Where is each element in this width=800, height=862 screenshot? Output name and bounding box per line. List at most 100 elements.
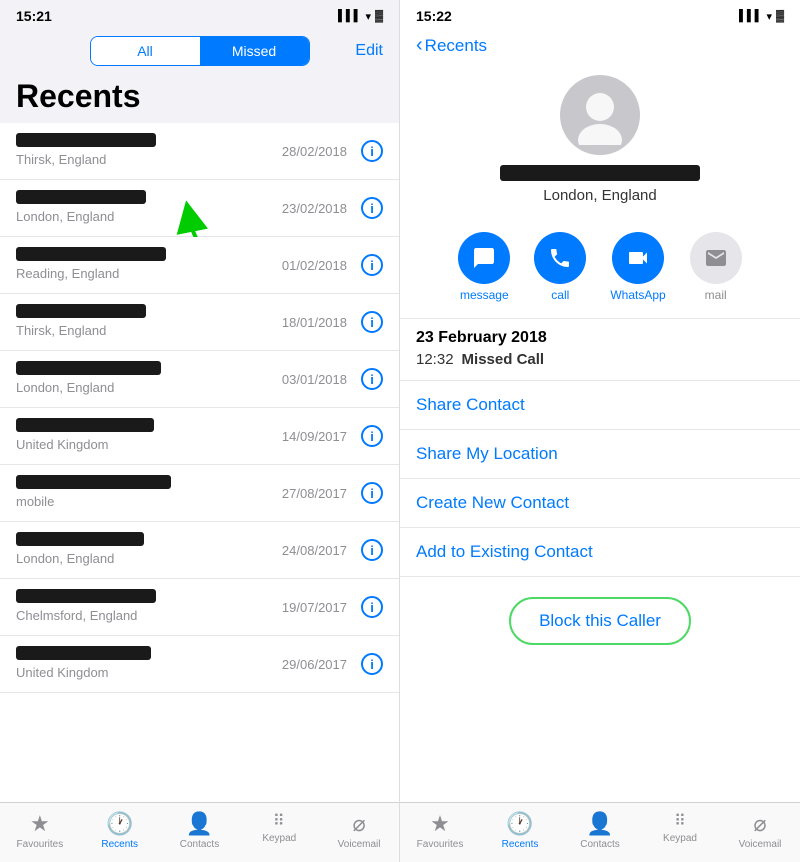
info-button[interactable]: i bbox=[361, 482, 383, 504]
video-icon bbox=[626, 246, 650, 270]
info-button[interactable]: i bbox=[361, 197, 383, 219]
call-time: 12:32 bbox=[416, 351, 454, 368]
voicemail-icon: ⌀ bbox=[352, 811, 365, 837]
call-info: London, England bbox=[16, 190, 282, 226]
status-icons-left: ▌▌▌ ▾ ▓ bbox=[338, 10, 383, 23]
info-button[interactable]: i bbox=[361, 368, 383, 390]
add-existing-item[interactable]: Add to Existing Contact bbox=[400, 528, 800, 577]
call-info: London, England bbox=[16, 532, 282, 568]
tab-recents-right[interactable]: 🕐 Recents bbox=[480, 811, 560, 850]
call-right: 19/07/2017 i bbox=[282, 596, 383, 618]
call-info: mobile bbox=[16, 475, 282, 511]
call-date: 23/02/2018 bbox=[282, 201, 347, 216]
filter-tabs: All Missed bbox=[90, 36, 310, 66]
tab-contacts-right[interactable]: 👤 Contacts bbox=[560, 811, 640, 850]
call-item: Chelmsford, England 19/07/2017 i bbox=[0, 579, 399, 636]
info-button[interactable]: i bbox=[361, 653, 383, 675]
info-button[interactable]: i bbox=[361, 254, 383, 276]
call-info: Chelmsford, England bbox=[16, 589, 282, 625]
call-right: 23/02/2018 i bbox=[282, 197, 383, 219]
call-button[interactable]: call bbox=[534, 232, 586, 302]
call-date: 14/09/2017 bbox=[282, 429, 347, 444]
signal-icon: ▌▌▌ bbox=[739, 10, 762, 22]
tab-favourites-left[interactable]: ★ Favourites bbox=[0, 811, 80, 850]
call-right: 18/01/2018 i bbox=[282, 311, 383, 333]
call-info: United Kingdom bbox=[16, 646, 282, 682]
wifi-icon: ▾ bbox=[365, 10, 371, 23]
call-name-bar bbox=[16, 190, 146, 204]
right-panel: 15:22 ▌▌▌ ▾ ▓ ‹ Recents London, England bbox=[400, 0, 800, 862]
recents-list: Thirsk, England 28/02/2018 i London, Eng… bbox=[0, 123, 399, 802]
mail-icon-circle bbox=[690, 232, 742, 284]
call-name-bar bbox=[16, 304, 146, 318]
call-location: Chelmsford, England bbox=[16, 608, 137, 623]
call-item: London, England 23/02/2018 i bbox=[0, 180, 399, 237]
contact-name-bar bbox=[500, 165, 700, 181]
message-label: message bbox=[460, 288, 509, 302]
keypad-icon: ⠿ bbox=[674, 811, 686, 831]
tab-keypad-right[interactable]: ⠿ Keypad bbox=[640, 811, 720, 844]
left-panel: 15:21 ▌▌▌ ▾ ▓ All Missed Edit Recents Th… bbox=[0, 0, 400, 862]
call-right: 28/02/2018 i bbox=[282, 140, 383, 162]
action-buttons: message call WhatsApp m bbox=[400, 220, 800, 318]
tab-recents-left[interactable]: 🕐 Recents bbox=[80, 811, 160, 850]
info-button[interactable]: i bbox=[361, 539, 383, 561]
call-date: 01/02/2018 bbox=[282, 258, 347, 273]
recents-title: Recents bbox=[0, 74, 399, 123]
call-label: call bbox=[551, 288, 569, 302]
tab-label: Favourites bbox=[417, 839, 464, 850]
back-nav[interactable]: ‹ Recents bbox=[400, 28, 800, 65]
tab-label: Voicemail bbox=[338, 839, 381, 850]
tab-label: Recents bbox=[502, 839, 539, 850]
tab-missed[interactable]: Missed bbox=[200, 37, 309, 65]
tab-label: Keypad bbox=[663, 833, 697, 844]
share-contact-item[interactable]: Share Contact bbox=[400, 381, 800, 430]
voicemail-icon: ⌀ bbox=[753, 811, 766, 837]
call-right: 14/09/2017 i bbox=[282, 425, 383, 447]
call-name-bar bbox=[16, 646, 151, 660]
mail-icon bbox=[704, 246, 728, 270]
time-right: 15:22 bbox=[416, 8, 452, 24]
mail-button[interactable]: mail bbox=[690, 232, 742, 302]
call-item: London, England 24/08/2017 i bbox=[0, 522, 399, 579]
edit-button[interactable]: Edit bbox=[355, 42, 383, 60]
call-location: London, England bbox=[16, 209, 114, 224]
tab-keypad-left[interactable]: ⠿ Keypad bbox=[239, 811, 319, 844]
recents-icon: 🕐 bbox=[506, 811, 533, 837]
call-name-bar bbox=[16, 589, 156, 603]
call-date: 03/01/2018 bbox=[282, 372, 347, 387]
tab-favourites-right[interactable]: ★ Favourites bbox=[400, 811, 480, 850]
call-right: 27/08/2017 i bbox=[282, 482, 383, 504]
create-contact-item[interactable]: Create New Contact bbox=[400, 479, 800, 528]
call-location: mobile bbox=[16, 494, 54, 509]
call-info: London, England bbox=[16, 361, 282, 397]
message-button[interactable]: message bbox=[458, 232, 510, 302]
call-name-bar bbox=[16, 361, 161, 375]
signal-icon: ▌▌▌ bbox=[338, 10, 361, 22]
message-icon-circle bbox=[458, 232, 510, 284]
back-chevron-icon: ‹ bbox=[416, 34, 423, 57]
tab-contacts-left[interactable]: 👤 Contacts bbox=[160, 811, 240, 850]
whatsapp-button[interactable]: WhatsApp bbox=[610, 232, 665, 302]
tab-voicemail-right[interactable]: ⌀ Voicemail bbox=[720, 811, 800, 850]
call-location: United Kingdom bbox=[16, 437, 109, 452]
info-button[interactable]: i bbox=[361, 311, 383, 333]
call-time-row: 12:32 Missed Call bbox=[416, 351, 784, 368]
filter-bar: All Missed Edit bbox=[0, 28, 399, 74]
info-button[interactable]: i bbox=[361, 140, 383, 162]
battery-icon: ▓ bbox=[375, 10, 383, 22]
info-button[interactable]: i bbox=[361, 596, 383, 618]
call-info: Thirsk, England bbox=[16, 133, 282, 169]
back-label: Recents bbox=[425, 36, 487, 56]
call-info: Reading, England bbox=[16, 247, 282, 283]
tab-voicemail-left[interactable]: ⌀ Voicemail bbox=[319, 811, 399, 850]
call-icon bbox=[548, 246, 572, 270]
call-date-label: 23 February 2018 bbox=[416, 329, 784, 347]
tab-all[interactable]: All bbox=[91, 37, 200, 65]
share-location-item[interactable]: Share My Location bbox=[400, 430, 800, 479]
block-caller-button[interactable]: Block this Caller bbox=[509, 597, 691, 645]
tab-bar-right: ★ Favourites 🕐 Recents 👤 Contacts ⠿ Keyp… bbox=[400, 802, 800, 862]
call-location: Reading, England bbox=[16, 266, 119, 281]
call-item: mobile 27/08/2017 i bbox=[0, 465, 399, 522]
info-button[interactable]: i bbox=[361, 425, 383, 447]
